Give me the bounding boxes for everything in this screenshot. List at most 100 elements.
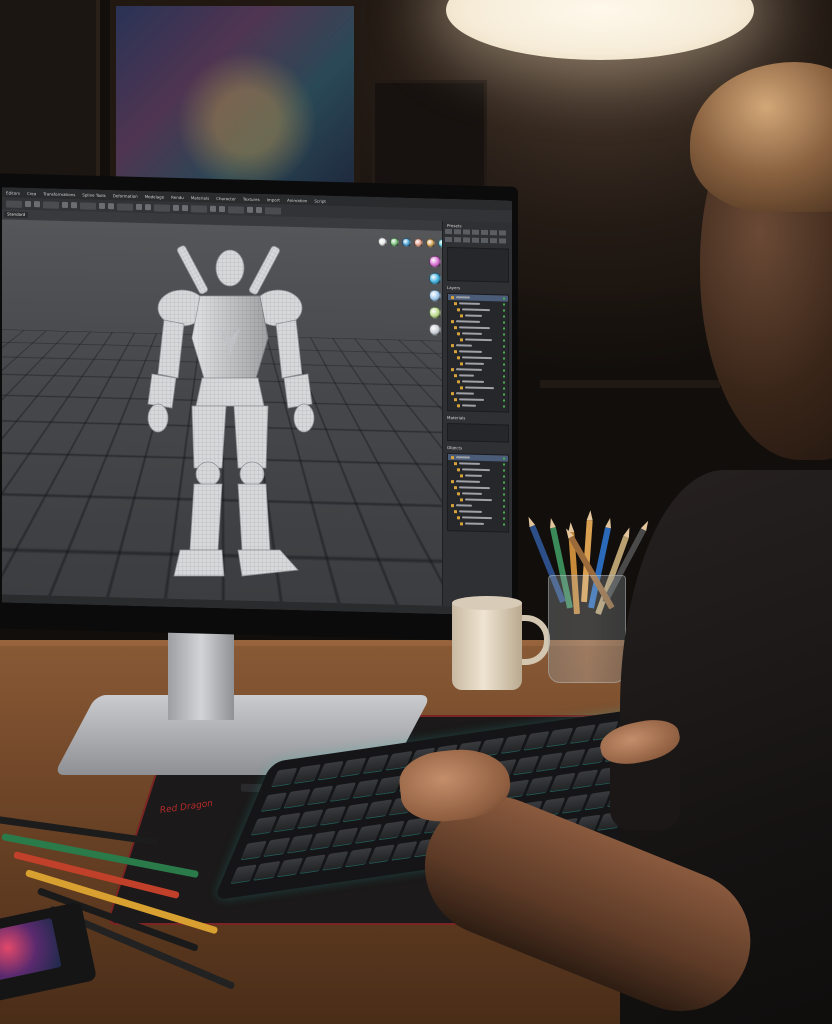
menu-item[interactable]: Animation	[287, 197, 307, 203]
toolbar-button[interactable]	[173, 204, 179, 211]
visibility-icon[interactable]	[503, 315, 505, 318]
toolbar-button[interactable]	[191, 204, 207, 213]
visibility-icon[interactable]	[503, 357, 505, 360]
panel-tab-icon[interactable]	[472, 237, 479, 243]
visibility-icon[interactable]	[503, 387, 505, 390]
panel-tab-icon[interactable]	[481, 229, 488, 236]
visibility-icon[interactable]	[503, 463, 505, 466]
keyboard-key	[536, 751, 563, 771]
visibility-icon[interactable]	[503, 475, 505, 478]
toolbar-button[interactable]	[6, 199, 22, 208]
toolbar-button[interactable]	[219, 206, 225, 213]
panel-tab-icon[interactable]	[454, 237, 461, 243]
menu-item[interactable]: Spline Tools	[82, 192, 105, 198]
material-ball[interactable]	[429, 255, 441, 268]
folder-icon	[451, 319, 454, 323]
visibility-icon[interactable]	[503, 523, 505, 526]
menu-item[interactable]: Character	[216, 195, 236, 201]
toolbar-button[interactable]	[182, 205, 188, 212]
material-ball[interactable]	[429, 306, 441, 319]
toolbar-button[interactable]	[256, 206, 262, 214]
panel-tab-icon[interactable]	[499, 230, 506, 236]
menu-item[interactable]: Rendu	[171, 194, 184, 199]
panel-tab-icon[interactable]	[499, 238, 506, 244]
toolbar-button[interactable]	[136, 203, 142, 210]
wall-frame-left	[0, 0, 100, 190]
menu-item[interactable]: Import	[267, 197, 280, 202]
visibility-icon[interactable]	[503, 375, 505, 378]
panel-tab-icon[interactable]	[445, 228, 452, 235]
mode-select[interactable]: Standard	[4, 211, 29, 219]
material-ball[interactable]	[429, 323, 441, 336]
menu-item[interactable]: Modelage	[145, 194, 164, 200]
tree-row[interactable]	[448, 520, 508, 528]
panel-tab-icon[interactable]	[445, 236, 452, 243]
visibility-icon[interactable]	[503, 493, 505, 496]
menu-item[interactable]: Textures	[243, 196, 260, 201]
toolbar-button[interactable]	[117, 202, 133, 211]
visibility-icon[interactable]	[503, 327, 505, 330]
material-ball[interactable]	[378, 237, 387, 247]
visibility-icon[interactable]	[503, 297, 505, 300]
visibility-icon[interactable]	[503, 457, 505, 460]
toolbar-button[interactable]	[108, 203, 114, 210]
tree-row-label	[465, 498, 492, 502]
material-ball[interactable]	[426, 238, 435, 248]
visibility-icon[interactable]	[503, 499, 505, 502]
visibility-icon[interactable]	[503, 505, 505, 508]
panel-tab-icon[interactable]	[490, 230, 497, 236]
visibility-icon[interactable]	[503, 369, 505, 372]
visibility-icon[interactable]	[503, 363, 505, 366]
visibility-icon[interactable]	[503, 303, 505, 306]
toolbar-button[interactable]	[43, 200, 59, 209]
toolbar-button[interactable]	[71, 202, 77, 209]
panel-tab-icon[interactable]	[490, 238, 497, 244]
menu-item[interactable]: Deformation	[113, 193, 138, 199]
toolbar-button[interactable]	[145, 204, 151, 211]
visibility-icon[interactable]	[503, 321, 505, 324]
visibility-icon[interactable]	[503, 481, 505, 484]
visibility-icon[interactable]	[503, 517, 505, 520]
visibility-icon[interactable]	[503, 399, 505, 402]
menu-item[interactable]: Crea	[27, 190, 36, 195]
visibility-icon[interactable]	[503, 339, 505, 342]
panel-tab-icon[interactable]	[463, 237, 470, 243]
material-ball[interactable]	[429, 272, 441, 285]
visibility-icon[interactable]	[503, 351, 505, 354]
visibility-icon[interactable]	[503, 469, 505, 472]
visibility-icon[interactable]	[503, 345, 505, 348]
visibility-icon[interactable]	[503, 405, 505, 408]
visibility-icon[interactable]	[503, 393, 505, 396]
toolbar-button[interactable]	[154, 203, 170, 212]
keyboard-key	[340, 757, 367, 777]
toolbar-button[interactable]	[25, 200, 31, 208]
toolbar-button[interactable]	[34, 201, 40, 208]
panel-tab-icon[interactable]	[454, 229, 461, 235]
panel-tab-icon[interactable]	[481, 237, 488, 244]
toolbar-button[interactable]	[247, 206, 253, 213]
visibility-icon[interactable]	[503, 487, 505, 490]
toolbar-button[interactable]	[99, 202, 105, 210]
menu-item[interactable]: Editors	[6, 190, 20, 195]
visibility-icon[interactable]	[503, 511, 505, 514]
tree-row-label	[459, 374, 474, 377]
material-ball[interactable]	[414, 238, 423, 248]
panel-tab-icon[interactable]	[472, 229, 479, 235]
toolbar-button[interactable]	[210, 205, 216, 212]
visibility-icon[interactable]	[503, 333, 505, 336]
menu-item[interactable]: Transformations	[43, 191, 75, 197]
keyboard-key	[513, 755, 540, 774]
toolbar-button[interactable]	[62, 201, 68, 209]
toolbar-button[interactable]	[80, 201, 96, 210]
visibility-icon[interactable]	[503, 309, 505, 312]
tree-row[interactable]	[448, 402, 508, 410]
menu-item[interactable]: Materials	[191, 195, 209, 200]
visibility-icon[interactable]	[503, 381, 505, 384]
material-ball[interactable]	[402, 237, 411, 248]
material-ball[interactable]	[390, 237, 399, 247]
menu-item[interactable]: Script	[314, 198, 326, 203]
material-ball[interactable]	[429, 289, 441, 302]
panel-tab-icon[interactable]	[463, 229, 470, 235]
toolbar-button[interactable]	[265, 206, 281, 215]
toolbar-button[interactable]	[228, 205, 244, 214]
